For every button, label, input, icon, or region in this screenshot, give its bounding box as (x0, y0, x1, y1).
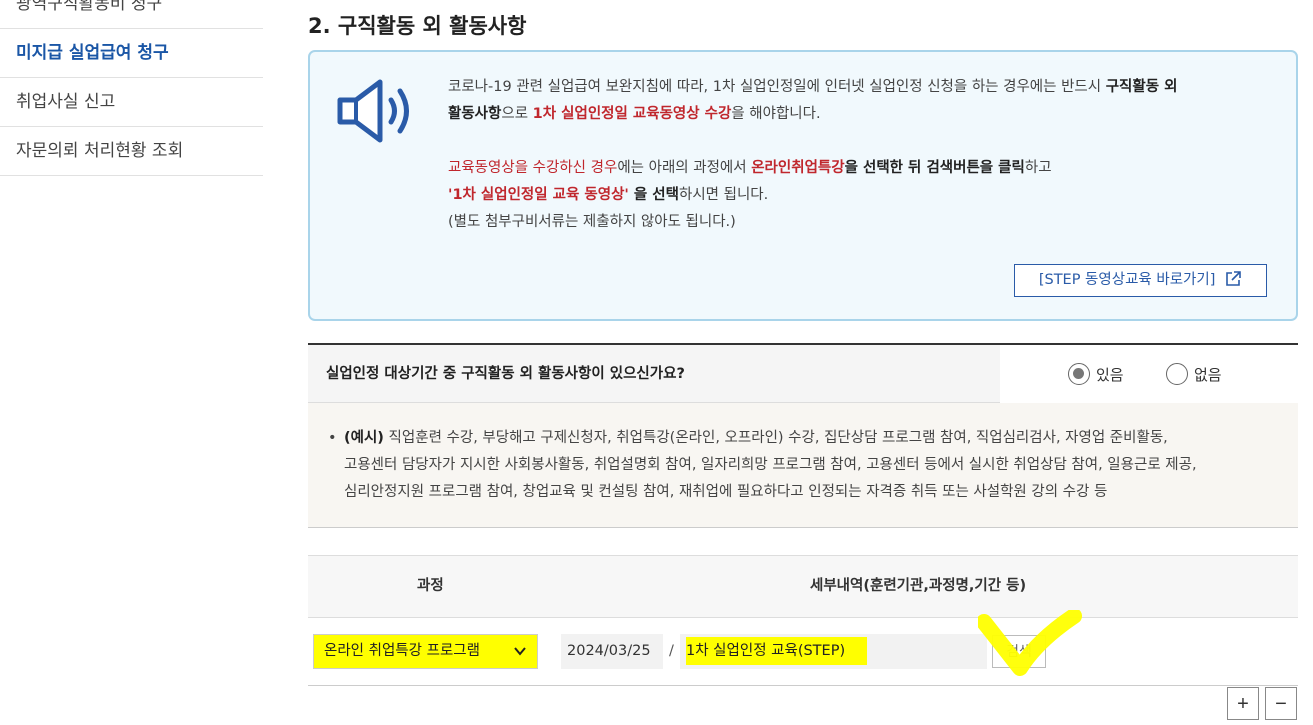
notice-text: 코로나-19 관련 실업급여 보완지침에 따라, 1차 실업인정일에 인터넷 실… (448, 74, 1278, 236)
section-title: 2. 구직활동 외 활동사항 (308, 14, 527, 38)
radio-no[interactable]: 없음 (1166, 363, 1222, 385)
examples-prefix: (예시) (344, 430, 384, 446)
notice-text-part: 을 해야합니다. (731, 106, 821, 122)
notice-text-part: 코로나-19 관련 실업급여 보완지침에 따라, 1차 실업인정일에 인터넷 실… (448, 79, 1106, 95)
notice-emphasis: 을 선택 (628, 187, 679, 203)
external-link-icon (1226, 271, 1241, 286)
notice-line-3: 교육동영상을 수강하신 경우에는 아래의 과정에서 온라인취업특강을 선택한 뒤… (448, 155, 1278, 182)
radio-yes-circle[interactable] (1068, 363, 1090, 385)
examples-line-1: (예시) 직업훈련 수강, 부당해고 구제신청자, 취업특강(온라인, 오프라인… (344, 425, 1278, 452)
notice-text-part: 으로 (501, 106, 533, 122)
activity-date-field[interactable]: 2024/03/25 (561, 634, 663, 669)
examples-line-3: 심리안정지원 프로그램 참여, 창업교육 및 컨설팅 참여, 재취업에 필요하다… (344, 484, 1108, 500)
examples-line-2: 고용센터 담당자가 지시한 사회봉사활동, 취업설명회 참여, 일자리희망 프로… (344, 457, 1197, 473)
sidebar-item-employment-report[interactable]: 취업사실 신고 (0, 78, 263, 127)
examples-text: (예시) 직업훈련 수강, 부당해고 구제신청자, 취업특강(온라인, 오프라인… (344, 425, 1278, 506)
activity-table-header: 과정 세부내역(훈련기관,과정명,기간 등) (308, 555, 1298, 618)
notice-emphasis: 을 선택한 뒤 검색버튼을 클릭 (844, 160, 1025, 176)
radio-no-label: 없음 (1194, 365, 1222, 384)
sidebar-item-regional-job-search-expense[interactable]: 광역구직활동비 청구 (0, 0, 263, 29)
step-link-label: [STEP 동영상교육 바로가기] (1038, 272, 1216, 288)
speaker-icon (337, 79, 409, 143)
notice-red-text: 교육동영상을 수강하신 경우 (448, 160, 618, 176)
notice-text-part: 하시면 됩니다. (678, 187, 769, 203)
course-select[interactable]: 온라인 취업특강 프로그램 (313, 634, 538, 669)
activity-detail-field[interactable]: 1차 실업인정 교육(STEP) (680, 634, 987, 669)
examples-line-1-text: 직업훈련 수강, 부당해고 구제신청자, 취업특강(온라인, 오프라인) 수강,… (383, 430, 1168, 446)
question-options: 있음 없음 (1000, 345, 1298, 403)
column-header-course: 과정 (417, 578, 444, 594)
radio-yes[interactable]: 있음 (1068, 363, 1124, 385)
radio-no-circle[interactable] (1166, 363, 1188, 385)
notice-red-emphasis: 온라인취업특강 (751, 160, 845, 176)
radio-yes-label: 있음 (1096, 365, 1124, 384)
add-row-button[interactable]: + (1227, 687, 1259, 720)
search-button[interactable]: 검색 (992, 635, 1046, 668)
activity-table-row: 온라인 취업특강 프로그램 2024/03/25 / 1차 실업인정 교육(ST… (308, 618, 1298, 686)
field-separator: / (669, 643, 674, 659)
notice-red-emphasis: 1차 실업인정일 교육동영상 수강 (532, 106, 732, 122)
notice-line-2: 활동사항으로 1차 실업인정일 교육동영상 수강을 해야합니다. (448, 101, 1278, 128)
sidebar: 광역구직활동비 청구 미지급 실업급여 청구 취업사실 신고 자문의뢰 처리현황… (0, 0, 263, 176)
notice-line-4: '1차 실업인정일 교육 동영상' 을 선택하시면 됩니다. (448, 182, 1278, 209)
sidebar-item-consultation-status[interactable]: 자문의뢰 처리현황 조회 (0, 127, 263, 176)
activity-detail-value: 1차 실업인정 교육(STEP) (686, 637, 868, 665)
examples-box: • (예시) 직업훈련 수강, 부당해고 구제신청자, 취업특강(온라인, 오프… (308, 403, 1298, 528)
notice-line-5: (별도 첨부구비서류는 제출하지 않아도 됩니다.) (448, 214, 736, 230)
notice-box: 코로나-19 관련 실업급여 보완지침에 따라, 1차 실업인정일에 인터넷 실… (308, 50, 1298, 321)
question-label: 실업인정 대상기간 중 구직활동 외 활동사항이 있으신가요? (326, 366, 685, 382)
course-select-value: 온라인 취업특강 프로그램 (324, 643, 480, 659)
notice-emphasis: 활동사항 (448, 106, 502, 122)
sidebar-item-unpaid-benefit-claim[interactable]: 미지급 실업급여 청구 (0, 29, 263, 78)
column-header-detail: 세부내역(훈련기관,과정명,기간 등) (810, 578, 1027, 594)
bullet-dot: • (328, 430, 337, 446)
notice-text-part: 하고 (1024, 160, 1052, 176)
step-video-link-button[interactable]: [STEP 동영상교육 바로가기] (1013, 264, 1267, 297)
notice-text-part: 에는 아래의 과정에서 (617, 160, 752, 176)
notice-line-1: 코로나-19 관련 실업급여 보완지침에 따라, 1차 실업인정일에 인터넷 실… (448, 74, 1278, 101)
chevron-down-icon (513, 635, 527, 681)
notice-emphasis: 구직활동 외 (1105, 79, 1178, 95)
other-activity-question: 실업인정 대상기간 중 구직활동 외 활동사항이 있으신가요? 있음 없음 (308, 343, 1298, 403)
notice-red-emphasis: '1차 실업인정일 교육 동영상' (448, 187, 629, 203)
remove-row-button[interactable]: − (1265, 687, 1297, 720)
